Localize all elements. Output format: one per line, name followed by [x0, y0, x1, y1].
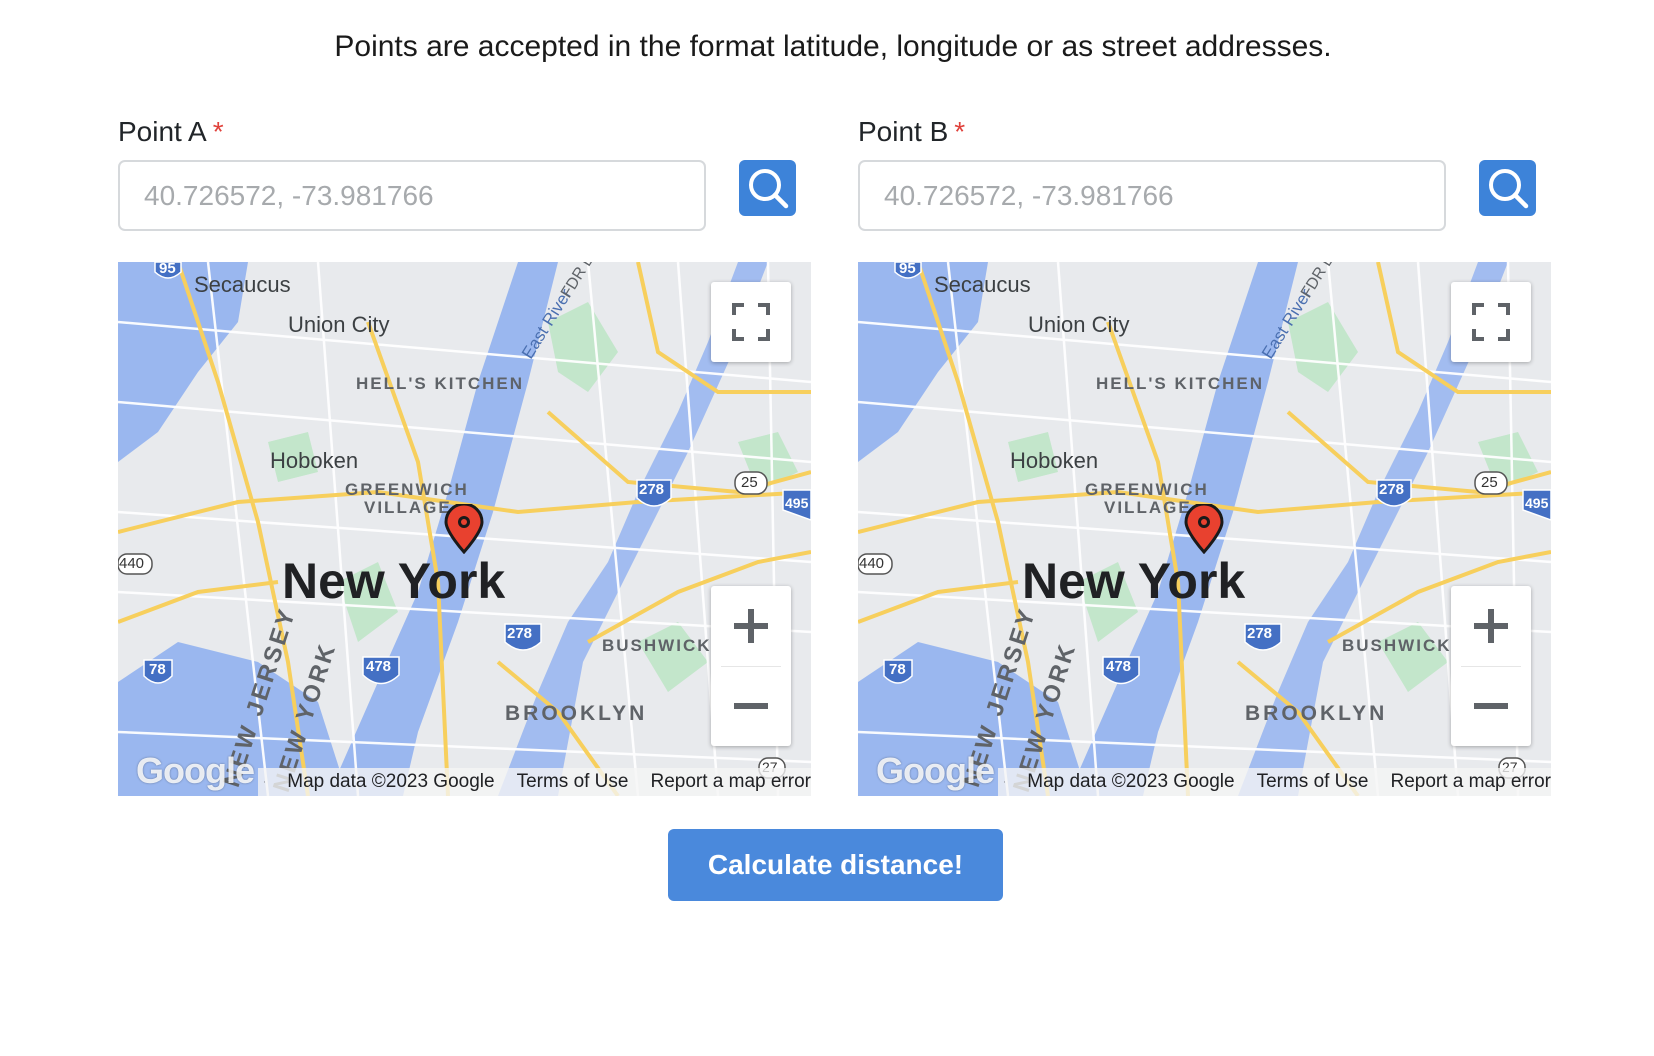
map-data-text: Map data ©2023 Google: [287, 771, 495, 792]
map-label-bushwick: BUSHWICK: [1342, 636, 1452, 655]
minus-icon: [1474, 703, 1508, 709]
map-label-hoboken: Hoboken: [1010, 448, 1099, 473]
map-pin-icon[interactable]: [443, 504, 485, 554]
map-label-hells-kitchen: HELL'S KITCHEN: [356, 374, 525, 393]
map-label-new-york: New York: [1022, 553, 1246, 609]
shield-label: 278: [1379, 481, 1405, 498]
shield-label: 278: [639, 481, 665, 498]
point-b-map[interactable]: 95 278 278 78 478 495 25 440 27 Secaucus…: [858, 262, 1551, 796]
instructions-text: Points are accepted in the format latitu…: [334, 30, 1332, 63]
map-label-village: VILLAGE: [1104, 498, 1192, 517]
point-a-label: Point A: [118, 116, 207, 147]
zoom-in-button[interactable]: [1451, 586, 1531, 666]
fullscreen-button[interactable]: [1451, 282, 1531, 362]
shield-label: 440: [119, 555, 145, 572]
shield-label: 25: [1481, 474, 1498, 491]
zoom-out-button[interactable]: [711, 666, 791, 746]
map-label-bushwick: BUSHWICK: [602, 636, 712, 655]
search-icon: [748, 169, 788, 209]
fullscreen-icon: [732, 303, 770, 341]
search-icon: [1488, 169, 1528, 209]
map-pin-icon[interactable]: [1183, 504, 1225, 554]
shield-label: 278: [1247, 625, 1273, 642]
map-label-secaucus: Secaucus: [934, 272, 1031, 297]
minus-icon: [734, 703, 768, 709]
point-a-search-button[interactable]: [739, 160, 796, 216]
google-logo: Google: [876, 750, 995, 791]
map-label-brooklyn: BROOKLYN: [505, 702, 648, 725]
point-a-map[interactable]: 95 278 278 78 478 495 25 440 27 Secaucus…: [118, 262, 811, 796]
map-label-greenwich: GREENWICH: [1085, 480, 1209, 499]
map-label-brooklyn: BROOKLYN: [1245, 702, 1388, 725]
map-label-union-city: Union City: [1028, 312, 1130, 337]
required-marker: *: [212, 116, 224, 147]
map-label-hells-kitchen: HELL'S KITCHEN: [1096, 374, 1265, 393]
point-b-label: Point B: [858, 116, 949, 147]
zoom-controls: [711, 586, 791, 746]
shield-label: 278: [507, 625, 533, 642]
terms-link[interactable]: Terms of Use: [517, 771, 629, 793]
shield-label: 95: [899, 262, 916, 277]
plus-icon: [1474, 609, 1508, 643]
shield-label: 78: [889, 661, 906, 678]
terms-link[interactable]: Terms of Use: [1257, 771, 1369, 793]
map-attribution: Google Map data ©2023 Google Terms of Us…: [118, 750, 811, 796]
point-b-section: Point B * 40.726572, -73.981766 95 278 2…: [858, 116, 1551, 796]
map-attribution: Google Map data ©2023 Google Terms of Us…: [858, 750, 1551, 796]
map-label-secaucus: Secaucus: [194, 272, 291, 297]
map-data-text: Map data ©2023 Google: [1027, 771, 1235, 792]
fullscreen-icon: [1472, 303, 1510, 341]
shield-label: 478: [1106, 658, 1132, 675]
shield-label: 440: [859, 555, 885, 572]
point-a-label-row: Point A *: [118, 116, 811, 152]
point-b-search-button[interactable]: [1479, 160, 1536, 216]
map-label-hoboken: Hoboken: [270, 448, 359, 473]
report-error-link[interactable]: Report a map error: [650, 771, 811, 793]
keyboard-icon[interactable]: [264, 772, 266, 792]
map-label-union-city: Union City: [288, 312, 390, 337]
zoom-out-button[interactable]: [1451, 666, 1531, 746]
map-label-new-york: New York: [282, 553, 506, 609]
map-label-greenwich: GREENWICH: [345, 480, 469, 499]
shield-label: 95: [159, 262, 176, 277]
shield-label: 495: [785, 495, 809, 511]
calculate-distance-button[interactable]: Calculate distance!: [668, 829, 1003, 901]
point-b-label-row: Point B *: [858, 116, 1551, 152]
plus-icon: [734, 609, 768, 643]
map-label-village: VILLAGE: [364, 498, 452, 517]
point-a-section: Point A * 40.726572, -73.981766 95 278 2…: [118, 116, 811, 796]
shield-label: 478: [366, 658, 392, 675]
fullscreen-button[interactable]: [711, 282, 791, 362]
keyboard-icon[interactable]: [1004, 772, 1006, 792]
required-marker: *: [954, 116, 966, 147]
zoom-in-button[interactable]: [711, 586, 791, 666]
point-b-input[interactable]: [858, 160, 1446, 231]
report-error-link[interactable]: Report a map error: [1390, 771, 1551, 793]
shield-label: 495: [1525, 495, 1549, 511]
google-logo: Google: [136, 750, 255, 791]
zoom-controls: [1451, 586, 1531, 746]
shield-label: 78: [149, 661, 166, 678]
point-a-input[interactable]: [118, 160, 706, 231]
shield-label: 25: [741, 474, 758, 491]
